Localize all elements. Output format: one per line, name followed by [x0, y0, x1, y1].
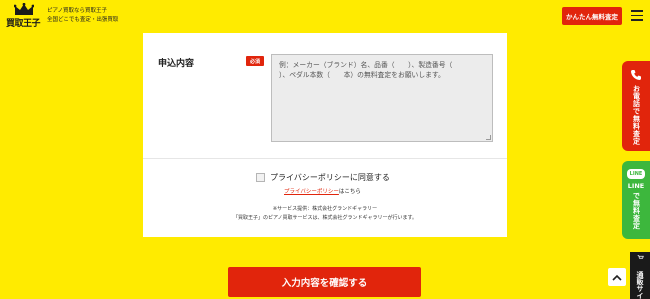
application-content-textarea[interactable]: 例：メーカー（ブランド）名、品番（ ）、製造番号（ ）、ペダル本数（ 本）の無料… [271, 54, 493, 142]
header: 買取王子 ピアノ買取なら買取王子 全国どこでも査定・出張買取 かんたん無料査定 [0, 0, 650, 33]
menu-icon[interactable] [631, 10, 643, 21]
policy-line: プライバシーポリシーはこちら [284, 187, 361, 195]
page-top-button[interactable] [608, 268, 626, 286]
store-tab-label: 通販サイ [636, 271, 644, 299]
note-line-2: 「買取王子」のピアノ買取サービスは、株式会社グランドギャラリーが行います。 [232, 215, 418, 221]
tagline: ピアノ買取なら買取王子 全国どこでも査定・出張買取 [47, 7, 118, 25]
tagline-line-1: ピアノ買取なら買取王子 [47, 8, 108, 14]
divider [143, 158, 507, 159]
logo[interactable]: 買取王子 [6, 3, 42, 30]
chevron-up-icon [612, 274, 622, 281]
line-icon: LINE [627, 169, 645, 179]
crown-icon [14, 3, 34, 15]
note-line-1: ※サービス提供：株式会社グランドギャラリー [272, 206, 378, 212]
page: 買取王子 ピアノ買取なら買取王子 全国どこでも査定・出張買取 かんたん無料査定 … [0, 0, 650, 299]
line-word: LINE [627, 182, 645, 190]
resize-handle-icon[interactable] [486, 135, 491, 140]
phone-tab-label: お電話で無料査定 [632, 85, 641, 145]
phone-icon [631, 70, 641, 80]
field-label: 申込内容 [158, 59, 195, 69]
logo-text: 買取王子 [6, 19, 41, 29]
confirm-button[interactable]: 入力内容を確認する [228, 267, 421, 297]
policy-suffix: はこちら [338, 189, 361, 195]
online-store-tab[interactable]: 通販サイ [630, 252, 650, 299]
privacy-label: プライバシーポリシーに同意する [270, 173, 390, 182]
textarea-placeholder: 例：メーカー（ブランド）名、品番（ ）、製造番号（ ）、ペダル本数（ 本）の無料… [279, 61, 480, 79]
form-card: 申込内容 必須 例：メーカー（ブランド）名、品番（ ）、製造番号（ ）、ペダル本… [143, 33, 507, 237]
free-appraisal-button[interactable]: かんたん無料査定 [562, 7, 622, 25]
cart-icon [637, 255, 644, 259]
tagline-line-2: 全国どこでも査定・出張買取 [47, 17, 119, 23]
line-tab-label: で無料査定 [632, 192, 641, 230]
service-note: ※サービス提供：株式会社グランドギャラリー 「買取王子」のピアノ買取サービスは、… [143, 205, 507, 223]
required-badge: 必須 [246, 56, 264, 66]
privacy-policy-link[interactable]: プライバシーポリシー [284, 189, 339, 195]
line-appraisal-tab[interactable]: LINE LINE で無料査定 [622, 161, 650, 239]
privacy-checkbox[interactable] [256, 173, 265, 182]
privacy-agree-row[interactable]: プライバシーポリシーに同意する [256, 172, 390, 183]
phone-appraisal-tab[interactable]: お電話で無料査定 [622, 61, 650, 151]
